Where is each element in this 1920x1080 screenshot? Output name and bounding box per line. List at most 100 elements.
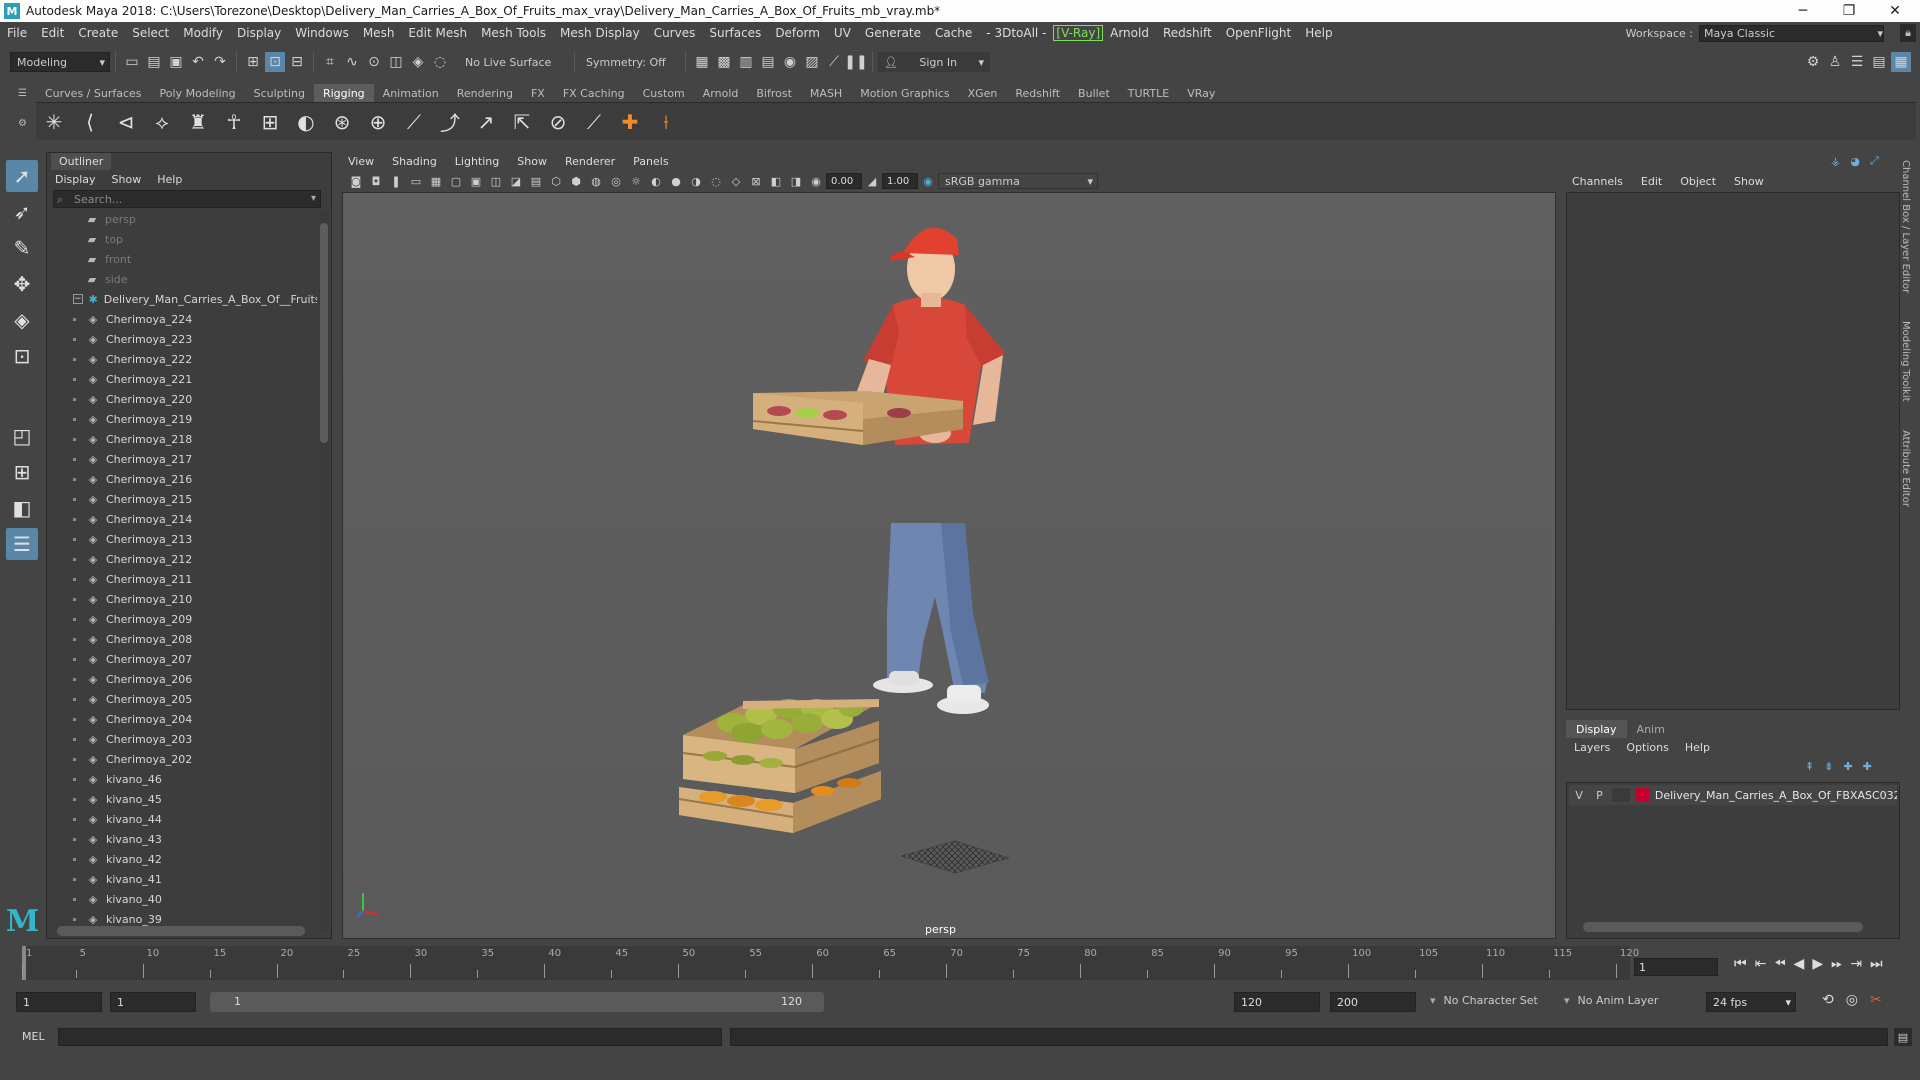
expand-dot-icon[interactable] xyxy=(73,897,76,901)
move-tool-icon[interactable]: ✥ xyxy=(6,268,38,300)
select-component-icon[interactable]: ⊟ xyxy=(287,52,307,72)
mirror-joint-icon[interactable]: ⊲ xyxy=(111,107,141,137)
new-scene-icon[interactable]: ▭ xyxy=(122,52,142,72)
outliner-item-mesh[interactable]: ◈ Cherimoya_223 xyxy=(47,329,317,349)
shelf-tab-curves-surfaces[interactable]: Curves / Surfaces xyxy=(36,84,151,102)
new-layer-from-selected-icon[interactable]: ✚ xyxy=(1863,760,1872,773)
outliner-item-mesh[interactable]: ◈ kivano_40 xyxy=(47,889,317,909)
aim-constraint-icon[interactable]: ⇱ xyxy=(507,107,537,137)
outliner-menu-help[interactable]: Help xyxy=(157,173,182,186)
range-bar[interactable]: 1 120 xyxy=(210,992,824,1012)
layer-playback-toggle[interactable]: P xyxy=(1589,789,1609,802)
expand-dot-icon[interactable] xyxy=(73,577,76,581)
point-constraint-icon[interactable]: ↗ xyxy=(471,107,501,137)
expand-dot-icon[interactable] xyxy=(73,817,76,821)
shelf-tab-mash[interactable]: MASH xyxy=(801,84,851,102)
end-frame-field[interactable]: 200 xyxy=(1330,992,1416,1012)
vray-icon[interactable]: ⟋ xyxy=(824,52,844,72)
save-scene-icon[interactable]: ▣ xyxy=(166,52,186,72)
outliner-tab[interactable]: Outliner xyxy=(51,153,112,170)
expand-dot-icon[interactable] xyxy=(73,617,76,621)
paint-weights-icon[interactable]: ⊛ xyxy=(327,107,357,137)
menu-item-edit[interactable]: Edit xyxy=(34,26,71,40)
symmetry-dropdown[interactable]: Symmetry: Off xyxy=(580,52,680,72)
outliner-item-mesh[interactable]: ◈ Cherimoya_207 xyxy=(47,649,317,669)
expand-dot-icon[interactable] xyxy=(73,477,76,481)
live-surface-field[interactable]: No Live Surface xyxy=(459,52,569,72)
menu-item-deform[interactable]: Deform xyxy=(768,26,827,40)
menu-item-create[interactable]: Create xyxy=(71,26,125,40)
menu-item-arnold[interactable]: Arnold xyxy=(1103,26,1156,40)
gate-mask-icon[interactable]: ◫ xyxy=(488,173,504,189)
expand-dot-icon[interactable] xyxy=(73,597,76,601)
shelf-tab-xgen[interactable]: XGen xyxy=(959,84,1007,102)
ik-spline-icon[interactable]: ⤴ xyxy=(435,107,465,137)
expand-dot-icon[interactable] xyxy=(73,397,76,401)
playback-start-field[interactable]: 1 xyxy=(110,992,196,1012)
xray-icon[interactable]: ◧ xyxy=(768,173,784,189)
layer-row[interactable]: V P Delivery_Man_Carries_A_Box_Of_FBXASC… xyxy=(1569,785,1897,805)
script-editor-icon[interactable]: ▤ xyxy=(1894,1028,1912,1046)
outliner-item-mesh[interactable]: ◈ Cherimoya_217 xyxy=(47,449,317,469)
shelf-tab-sculpting[interactable]: Sculpting xyxy=(245,84,314,102)
outliner-item-camera[interactable]: ▰ persp xyxy=(47,209,317,229)
channelbox-menu-show[interactable]: Show xyxy=(1734,175,1764,188)
outliner-item-mesh[interactable]: ◈ Cherimoya_216 xyxy=(47,469,317,489)
expand-dot-icon[interactable] xyxy=(73,457,76,461)
lasso-tool-icon[interactable]: ➶ xyxy=(6,196,38,228)
outliner-scroll-thumb[interactable] xyxy=(320,223,328,443)
menu-item-openflight[interactable]: OpenFlight xyxy=(1219,26,1299,40)
persp-outliner-layout-icon[interactable]: ◧ xyxy=(6,492,38,524)
shelf-tab-motion-graphics[interactable]: Motion Graphics xyxy=(851,84,958,102)
side-tab-modeling-toolkit[interactable]: Modeling Toolkit xyxy=(1900,321,1911,402)
auto-key-icon[interactable]: ◎ xyxy=(1846,992,1858,1008)
outliner-item-mesh[interactable]: ◈ kivano_43 xyxy=(47,829,317,849)
hypershade-icon[interactable]: ◉ xyxy=(780,52,800,72)
single-perspective-layout-icon[interactable]: ◰ xyxy=(6,420,38,452)
expand-dot-icon[interactable] xyxy=(73,637,76,641)
exposure-field[interactable]: 0.00 xyxy=(826,173,862,189)
insert-joint-icon[interactable]: ⟨ xyxy=(75,107,105,137)
outliner-item-mesh[interactable]: ◈ Cherimoya_214 xyxy=(47,509,317,529)
layer-color-swatch[interactable] xyxy=(1635,788,1649,802)
command-input[interactable] xyxy=(58,1028,722,1046)
layer-tab-anim[interactable]: Anim xyxy=(1627,720,1675,738)
expand-dot-icon[interactable] xyxy=(73,857,76,861)
scale-tool-icon[interactable]: ⊡ xyxy=(6,340,38,372)
use-all-lights-icon[interactable]: ☼ xyxy=(628,173,644,189)
move-layer-up-icon[interactable]: ⇞ xyxy=(1805,760,1814,773)
step-back-frame-icon[interactable]: ⏪︎ xyxy=(1774,956,1785,972)
outliner-item-mesh[interactable]: ◈ Cherimoya_221 xyxy=(47,369,317,389)
select-object-icon[interactable]: ⊡ xyxy=(265,52,285,72)
render-settings-icon[interactable]: ▤ xyxy=(758,52,778,72)
channelbox-menu-channels[interactable]: Channels xyxy=(1572,175,1623,188)
cluster-icon[interactable]: ⟊ xyxy=(651,107,681,137)
current-frame-field[interactable]: 1 xyxy=(1634,958,1718,976)
move-layer-down-icon[interactable]: ⇟ xyxy=(1824,760,1833,773)
expand-dot-icon[interactable] xyxy=(73,657,76,661)
expand-dot-icon[interactable] xyxy=(73,777,76,781)
expand-dot-icon[interactable] xyxy=(73,537,76,541)
shelf-tab-rigging[interactable]: Rigging xyxy=(313,84,374,102)
ambient-occlusion-icon[interactable]: ● xyxy=(668,173,684,189)
rotate-tool-icon[interactable]: ◈ xyxy=(6,304,38,336)
outliner-search-input[interactable]: Search... xyxy=(53,190,321,208)
channelbox-menu-object[interactable]: Object xyxy=(1680,175,1716,188)
expand-dot-icon[interactable] xyxy=(73,377,76,381)
wireframe-icon[interactable]: ⬡ xyxy=(548,173,564,189)
shelf-tab-bullet[interactable]: Bullet xyxy=(1069,84,1119,102)
quick-rig-icon[interactable]: ♜ xyxy=(183,107,213,137)
expand-dot-icon[interactable] xyxy=(73,357,76,361)
expand-dot-icon[interactable] xyxy=(73,877,76,881)
outliner-item-mesh[interactable]: ◈ Cherimoya_210 xyxy=(47,589,317,609)
outliner-item-mesh[interactable]: ◈ Cherimoya_206 xyxy=(47,669,317,689)
undo-icon[interactable]: ↶ xyxy=(188,52,208,72)
outliner-item-mesh[interactable]: ◈ Cherimoya_218 xyxy=(47,429,317,449)
snap-curve-icon[interactable]: ∿ xyxy=(342,52,362,72)
expand-dot-icon[interactable] xyxy=(73,837,76,841)
snap-surface-icon[interactable]: ◈ xyxy=(408,52,428,72)
channel-help-icon[interactable]: ◕ xyxy=(1850,155,1860,168)
menu-item-redshift[interactable]: Redshift xyxy=(1156,26,1219,40)
outliner-item-mesh[interactable]: ◈ Cherimoya_224 xyxy=(47,309,317,329)
outliner-item-camera[interactable]: ▰ side xyxy=(47,269,317,289)
